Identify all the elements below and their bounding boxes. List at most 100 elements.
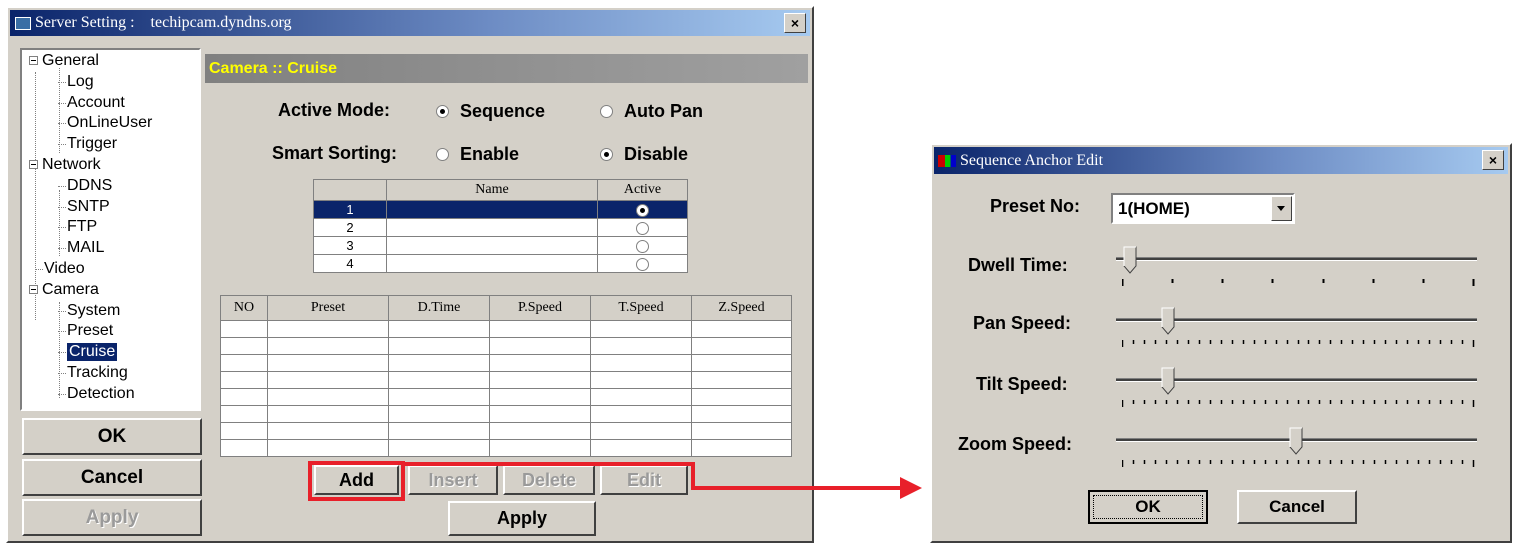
dwell-time-slider-thumb[interactable] [1123,246,1138,274]
cruise-cell [691,439,792,457]
tree-item-onlineuser[interactable]: OnLineUser [67,114,152,132]
sequence-row[interactable]: 3 [313,236,688,255]
enable-option-label[interactable]: Enable [460,144,519,165]
active-radio[interactable] [636,204,649,218]
enable-radio[interactable] [436,148,449,161]
disable-radio[interactable] [600,148,613,161]
delete-button[interactable]: Delete [503,465,595,495]
sequence-row[interactable]: 4 [313,254,688,273]
tree-item-preset[interactable]: Preset [67,322,113,340]
dwell-time-ticks [1122,279,1475,286]
preset-no-value: 1(HOME) [1118,199,1190,218]
auto-pan-option-label[interactable]: Auto Pan [624,101,703,122]
close-button[interactable]: × [784,13,806,33]
cruise-cell [388,439,490,457]
insert-button[interactable]: Insert [408,465,498,495]
cancel-button[interactable]: Cancel [22,459,202,496]
sequence-row-active [597,254,688,273]
anchor-dialog-titlebar[interactable]: Sequence Anchor Edit × [934,147,1508,174]
cruise-header-no[interactable]: NO [220,295,268,321]
dialog-title: Sequence Anchor Edit [960,151,1104,169]
auto-pan-radio[interactable] [600,105,613,118]
sequence-row-active [597,200,688,219]
tree-item-trigger[interactable]: Trigger [67,135,117,153]
dialog-cancel-button[interactable]: Cancel [1237,490,1357,524]
cruise-header-pspeed[interactable]: P.Speed [489,295,591,321]
highlight-arrow-head [900,477,922,499]
tree-expander-icon[interactable] [29,160,38,169]
sequence-header-no [313,179,387,201]
cruise-row[interactable] [220,337,792,355]
sequence-header-name[interactable]: Name [386,179,598,201]
sequence-row-name[interactable] [386,200,598,219]
sequence-row-name[interactable] [386,254,598,273]
cruise-header-zspeed[interactable]: Z.Speed [691,295,792,321]
sequence-row[interactable]: 2 [313,218,688,237]
cruise-row[interactable] [220,439,792,457]
cruise-cell [220,354,268,372]
tree-item-detection[interactable]: Detection [67,385,135,403]
tree-item-log[interactable]: Log [67,73,94,91]
cruise-cell [590,422,692,440]
cruise-cell [489,422,591,440]
active-radio[interactable] [636,258,649,272]
tree-item-ftp[interactable]: FTP [67,218,97,236]
sequence-row-active [597,236,688,255]
cruise-row[interactable] [220,388,792,406]
tree-item-cruise[interactable]: Cruise [67,343,118,362]
tree-item-ddns[interactable]: DDNS [67,177,112,195]
tree-item-network[interactable]: Network [42,156,101,174]
sequence-radio[interactable] [436,105,449,118]
sequence-option-label[interactable]: Sequence [460,101,545,122]
highlight-connector-line [403,462,695,466]
dialog-close-button[interactable]: × [1482,150,1504,170]
cruise-cell [220,439,268,457]
tree-item-sntp[interactable]: SNTP [67,198,110,216]
cruise-cell [489,354,591,372]
tree-item-camera[interactable]: Camera [42,281,99,299]
tree-expander-icon[interactable] [29,56,38,65]
tree-expander-icon[interactable] [29,284,38,294]
cruise-cell [590,439,692,457]
cruise-row[interactable] [220,405,792,423]
disable-option-label[interactable]: Disable [624,144,688,165]
tree-item-video[interactable]: Video [44,260,85,278]
sequence-row-name[interactable] [386,218,598,237]
tree-item-general[interactable]: General [42,52,99,70]
cruise-cell [388,422,490,440]
tree-connector [58,393,66,395]
cruise-row[interactable] [220,371,792,389]
apply-button[interactable]: Apply [22,499,202,536]
cruise-row[interactable] [220,320,792,338]
sequence-header-active[interactable]: Active [597,179,688,201]
cruise-header-dtime[interactable]: D.Time [388,295,490,321]
sequence-row[interactable]: 1 [313,200,688,219]
cruise-cell [489,439,591,457]
preset-no-select[interactable]: 1(HOME) [1111,193,1295,224]
tree-item-system[interactable]: System [67,302,120,320]
active-radio[interactable] [636,222,649,236]
pan-speed-slider-thumb[interactable] [1161,307,1176,335]
preset-no-label: Preset No: [990,196,1081,216]
tree-item-account[interactable]: Account [67,94,125,112]
dwell-time-slider-track[interactable] [1116,257,1477,261]
cruise-row[interactable] [220,354,792,372]
edit-button[interactable]: Edit [600,465,688,495]
ok-button[interactable]: OK [22,418,202,455]
tree-item-tracking[interactable]: Tracking [67,364,128,382]
zoom-speed-slider-thumb[interactable] [1289,427,1304,455]
cruise-cell [590,337,692,355]
tree-item-mail[interactable]: MAIL [67,239,104,257]
dialog-ok-button[interactable]: OK [1088,490,1208,524]
tilt-speed-slider-thumb[interactable] [1161,367,1176,395]
active-radio[interactable] [636,240,649,254]
server-setting-titlebar[interactable]: Server Setting : techipcam.dyndns.org × [10,10,810,36]
cruise-row[interactable] [220,422,792,440]
sequence-row-name[interactable] [386,236,598,255]
cruise-header-tspeed[interactable]: T.Speed [590,295,692,321]
chevron-down-icon[interactable] [1271,196,1292,221]
panel-apply-button[interactable]: Apply [448,501,596,536]
cruise-cell [590,405,692,423]
cruise-header-preset[interactable]: Preset [267,295,389,321]
cruise-cell [220,405,268,423]
